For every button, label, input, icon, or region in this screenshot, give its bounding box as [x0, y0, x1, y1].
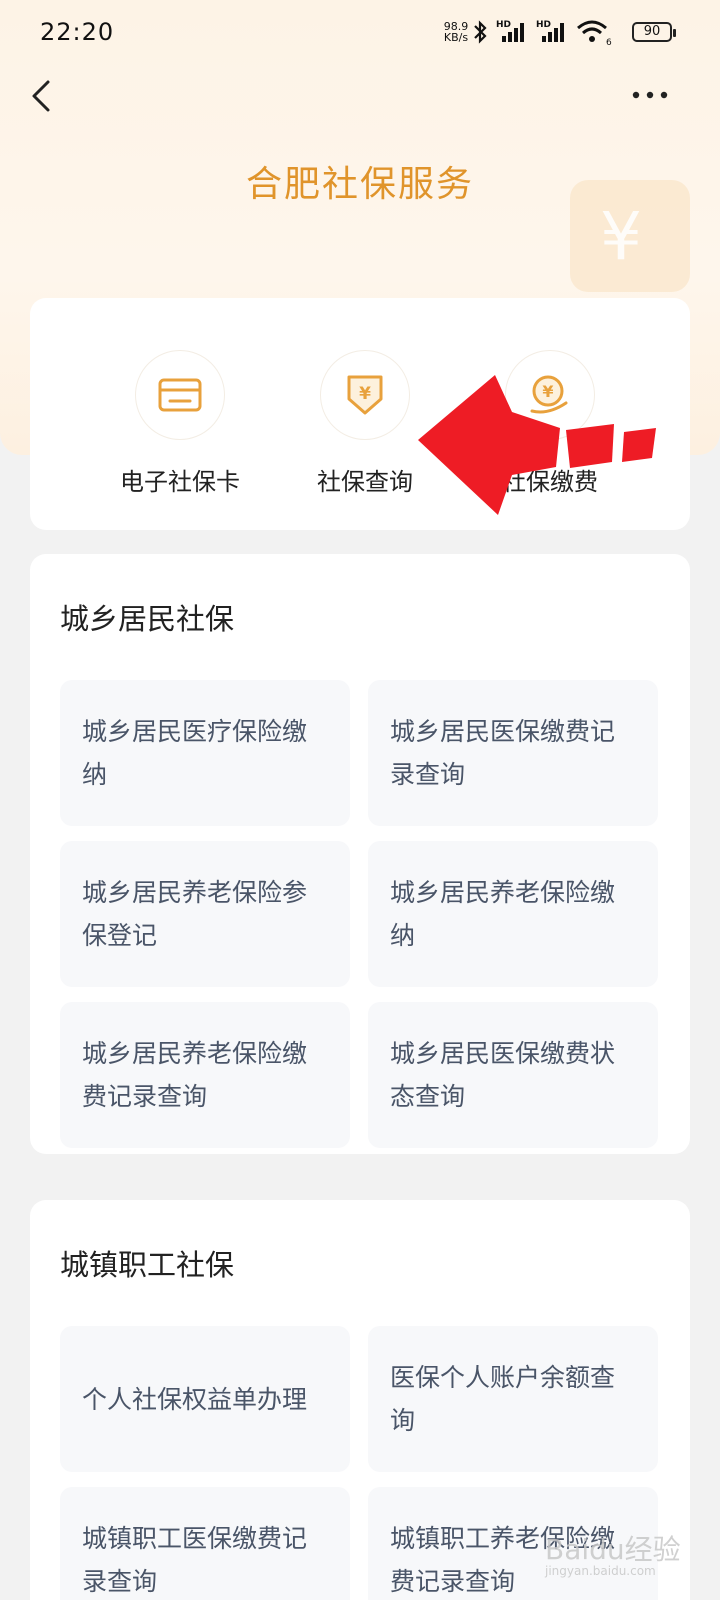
tile-line: 录查询 — [82, 1567, 158, 1596]
tile-line: 城镇职工医保缴费记 — [82, 1524, 308, 1553]
service-tile[interactable]: 城乡居民医保缴费记 录查询 — [368, 680, 658, 826]
hd-label-2: HD — [536, 20, 551, 30]
tile-line: 医保个人账户余额查 — [390, 1363, 616, 1392]
status-time: 22:20 — [40, 18, 115, 46]
net-speed: 98.9 KB/s — [440, 21, 472, 43]
tile-line: 询 — [390, 1406, 416, 1435]
coin-hand-icon: ¥ — [530, 375, 568, 414]
service-tile[interactable]: 个人社保权益单办理 — [60, 1326, 350, 1472]
quick-actions-card: 电子社保卡 ¥ 社保查询 ¥ 社保缴费 — [30, 298, 690, 530]
tile-line: 城乡居民医疗保险缴 — [82, 717, 308, 746]
quick-action-label: 电子社保卡 — [120, 468, 240, 496]
tile-line: 费记录查询 — [82, 1082, 208, 1111]
quick-action-label: 社保查询 — [317, 468, 413, 496]
net-speed-unit: KB/s — [443, 31, 469, 44]
signal-2-icon: HD — [536, 20, 564, 42]
shield-yen-icon: ¥ — [347, 375, 383, 415]
service-tile[interactable]: 城乡居民医保缴费状 态查询 — [368, 1002, 658, 1148]
tile-line: 纳 — [390, 921, 416, 950]
yen-decoration-symbol: ¥ — [600, 198, 642, 275]
status-bar: 22:20 98.9 KB/s HD HD 6 90 — [0, 0, 720, 64]
tile-line: 个人社保权益单办理 — [82, 1385, 308, 1414]
section-title: 城乡居民社保 — [60, 602, 235, 636]
tile-line: 保登记 — [82, 921, 158, 950]
service-tile[interactable]: 医保个人账户余额查询 — [368, 1326, 658, 1472]
tile-line: 录查询 — [390, 760, 466, 789]
section-rural-residents: 城乡居民社保 城乡居民医疗保险缴纳 城乡居民医保缴费记 录查询 城乡居民养老保险参… — [30, 554, 690, 1154]
service-tile[interactable]: 城镇职工医保缴费记 录查询 — [60, 1487, 350, 1600]
payment-icon-circle: ¥ — [505, 350, 595, 440]
service-tile[interactable]: 城乡居民养老保险缴 费记录查询 — [60, 1002, 350, 1148]
signal-1-icon: HD — [496, 20, 524, 42]
bluetooth-icon — [474, 20, 487, 44]
svg-text:¥: ¥ — [359, 384, 371, 404]
quick-action-payment[interactable]: ¥ 社保缴费 — [475, 350, 625, 497]
quick-action-query[interactable]: ¥ 社保查询 — [290, 350, 440, 497]
service-tile[interactable]: 城乡居民养老保险缴纳 — [368, 841, 658, 987]
card-icon — [158, 378, 202, 412]
yen-decoration-icon: ¥ — [570, 180, 690, 292]
tile-line: 城乡居民养老保险缴 — [390, 878, 616, 907]
watermark-text: Baidu经验 — [545, 1533, 681, 1566]
service-tile[interactable]: 城乡居民医疗保险缴纳 — [60, 680, 350, 826]
quick-action-e-card[interactable]: 电子社保卡 — [105, 350, 255, 497]
tile-line: 城乡居民医保缴费记 — [390, 717, 616, 746]
battery-indicator: 90 — [632, 22, 676, 42]
tile-line: 态查询 — [390, 1082, 466, 1111]
tile-line: 城乡居民养老保险参 — [82, 878, 308, 907]
wifi-badge: 6 — [606, 38, 612, 46]
tile-line: 纳 — [82, 760, 108, 789]
more-icon[interactable] — [628, 80, 672, 110]
section-title: 城镇职工社保 — [60, 1248, 235, 1282]
wifi-icon: 6 — [577, 20, 612, 46]
query-icon-circle: ¥ — [320, 350, 410, 440]
service-tile[interactable]: 城乡居民养老保险参 保登记 — [60, 841, 350, 987]
svg-text:¥: ¥ — [542, 382, 553, 401]
watermark-sub: jingyan.baidu.com — [545, 1564, 656, 1578]
hd-label-1: HD — [496, 20, 511, 30]
tile-line: 城乡居民养老保险缴 — [82, 1039, 308, 1068]
back-icon[interactable] — [26, 76, 66, 116]
e-card-icon-circle — [135, 350, 225, 440]
quick-action-label: 社保缴费 — [502, 468, 598, 496]
watermark-logo: Baidu经验 jingyan.baidu.com — [545, 1528, 681, 1578]
tile-line: 城乡居民医保缴费状 — [390, 1039, 616, 1068]
